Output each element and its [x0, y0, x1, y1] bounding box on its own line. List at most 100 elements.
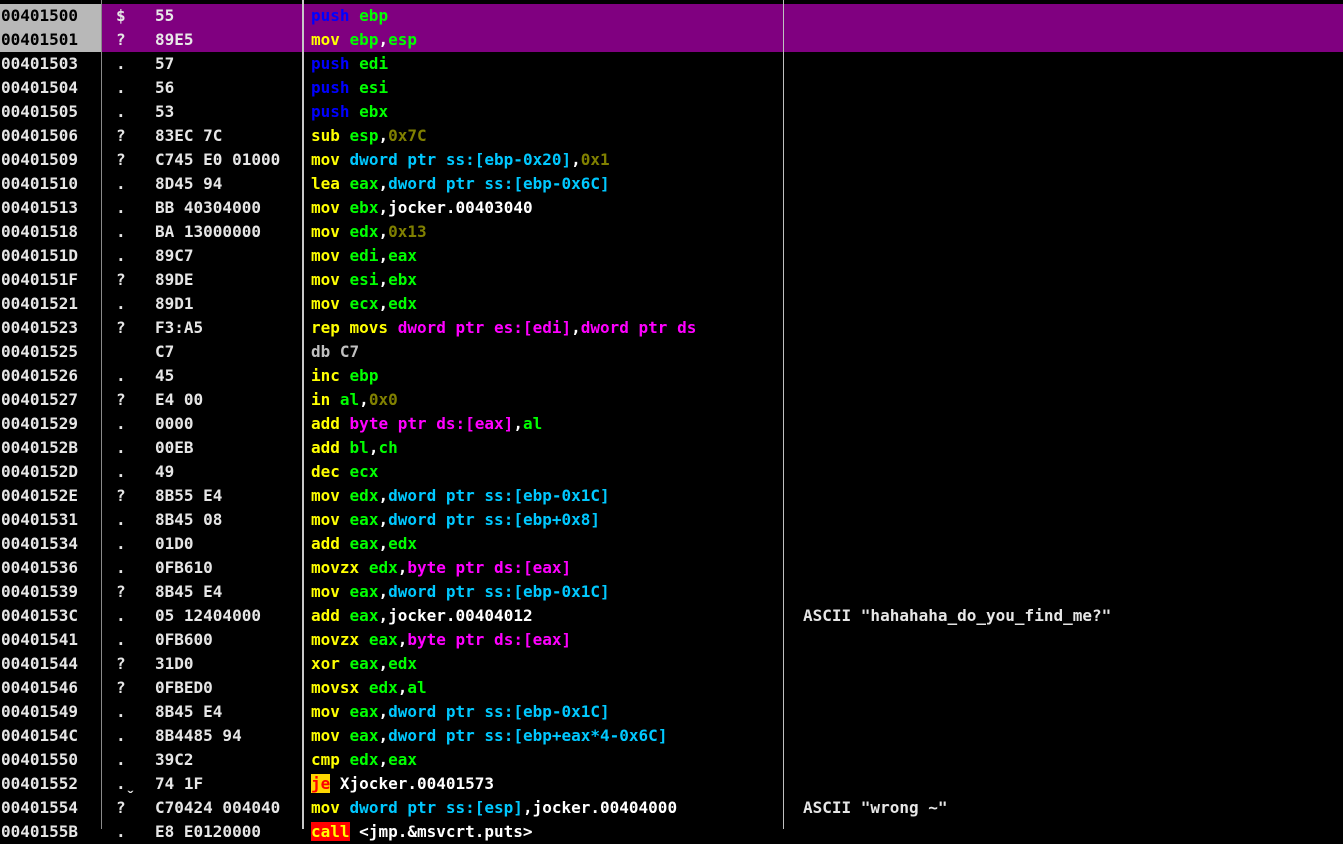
hex-bytes-cell: 05 12404000: [155, 606, 261, 625]
asm-token-mn: in: [311, 390, 331, 409]
asm-token-pn: ,: [378, 198, 389, 217]
hex-bytes-cell: 0FBED0: [155, 678, 213, 697]
asm-token-imm: 0x1: [580, 150, 610, 169]
asm-token-seg: dword ptr ss:[ebp+eax*4-0x6C]: [388, 726, 668, 745]
disasm-row[interactable]: 00401546? 0FBED0 movsx edx,al: [0, 676, 1343, 700]
hex-bytes-cell: 89D1: [155, 294, 194, 313]
asm-token-sp: [340, 294, 350, 313]
comment-cell: [803, 52, 1333, 76]
disasm-row[interactable]: 0040155B. E8 E0120000 call <jmp.&msvcrt.pu…: [0, 820, 1343, 844]
disasm-row[interactable]: 00401521. 89D1 mov ecx,edx: [0, 292, 1343, 316]
asm-token-pn: ,: [571, 318, 581, 337]
instruction-cell: movzx edx,byte ptr ds:[eax]: [311, 556, 783, 580]
asm-token-reg: edx: [388, 654, 417, 673]
instruction-cell: mov edx,0x13: [311, 220, 783, 244]
comment-cell: [803, 340, 1333, 364]
disasm-row[interactable]: 00401552 .ˬ 74 1F je Xjocker.00401573: [0, 772, 1343, 796]
disasm-row[interactable]: 00401504. 56 push esi: [0, 76, 1343, 100]
address-cell: 0040152E: [1, 486, 79, 505]
disasm-row[interactable]: 00401527? E4 00 in al,0x0: [0, 388, 1343, 412]
asm-token-seg: dword ptr ss:[ebp-0x6C]: [388, 174, 610, 193]
asm-token-pn: ,: [378, 222, 389, 241]
hex-bytes-cell: BA 13000000: [155, 222, 261, 241]
disasm-row[interactable]: 00401503. 57 push edi: [0, 52, 1343, 76]
asm-token-reg: ebp: [349, 366, 379, 385]
disasm-row[interactable]: 00401539? 8B45 E4 mov eax,dword ptr ss:[eb…: [0, 580, 1343, 604]
disasm-row[interactable]: 00401518. BA 13000000 mov edx,0x13: [0, 220, 1343, 244]
comment-cell: ASCII "wrong ~": [803, 798, 948, 817]
flow-marker: ?: [116, 486, 126, 505]
asm-token-sym: jocker.00404012: [388, 606, 533, 625]
asm-token-reg: edx: [349, 750, 379, 769]
instruction-cell: mov esi,ebx: [311, 268, 783, 292]
comment-cell: [803, 508, 1333, 532]
column-separator-hex[interactable]: [302, 0, 304, 829]
disasm-row[interactable]: 0040153C. 05 12404000 add eax,jocker.00404…: [0, 604, 1343, 628]
comment-cell: [803, 316, 1333, 340]
disasm-row[interactable]: 00401554? C70424 004040 mov dword ptr ss:[…: [0, 796, 1343, 820]
disasm-row[interactable]: 0040151F? 89DE mov esi,ebx: [0, 268, 1343, 292]
address-cell: 00401513: [1, 198, 79, 217]
disasm-row[interactable]: 0040154C. 8B4485 94 mov eax,dword ptr ss:[…: [0, 724, 1343, 748]
disasm-row[interactable]: 00401549. 8B45 E4 mov eax,dword ptr ss:[eb…: [0, 700, 1343, 724]
flow-marker: ?: [116, 270, 126, 289]
flow-marker: .: [116, 366, 126, 385]
disasm-row[interactable]: 00401541. 0FB600 movzx eax,byte ptr ds:[ea…: [0, 628, 1343, 652]
disasm-row[interactable]: 00401525 C7 db C7: [0, 340, 1343, 364]
disasm-row[interactable]: 00401544? 31D0 xor eax,edx: [0, 652, 1343, 676]
disasm-row[interactable]: 0040152B. 00EB add bl,ch: [0, 436, 1343, 460]
asm-token-pn: ,: [571, 150, 581, 169]
disasm-row[interactable]: 00401531. 8B45 08 mov eax,dword ptr ss:[eb…: [0, 508, 1343, 532]
flow-marker: .: [116, 102, 126, 121]
asm-token-pn: ,: [378, 486, 389, 505]
disasm-row[interactable]: 00401529. 0000 add byte ptr ds:[eax],al: [0, 412, 1343, 436]
asm-token-push: push: [311, 6, 350, 25]
disasm-row[interactable]: 00401526. 45 inc ebp: [0, 364, 1343, 388]
asm-token-sp: [340, 582, 350, 601]
asm-token-mn: mov: [311, 150, 340, 169]
hex-bytes-cell: 49: [155, 462, 175, 481]
asm-token-mem: byte ptr ds:[eax]: [349, 414, 514, 433]
disassembly-pane[interactable]: 00401500 $55 push ebp 00401501? 89E5 mov ebp,…: [0, 4, 1343, 844]
asm-token-sp: [330, 774, 340, 793]
disasm-row[interactable]: 0040152D. 49 dec ecx: [0, 460, 1343, 484]
flow-marker: ?: [116, 798, 126, 817]
comment-cell: [803, 772, 1333, 796]
asm-token-reg: eax: [349, 606, 379, 625]
address-cell: 00401521: [1, 294, 79, 313]
disasm-row[interactable]: 00401536. 0FB610 movzx edx,byte ptr ds:[ea…: [0, 556, 1343, 580]
column-separator-address[interactable]: [101, 0, 102, 829]
flow-marker: ?: [116, 318, 126, 337]
disasm-row[interactable]: 00401509? C745 E0 01000 mov dword ptr ss:[…: [0, 148, 1343, 172]
disasm-row[interactable]: 00401510. 8D45 94 lea eax,dword ptr ss:[eb…: [0, 172, 1343, 196]
asm-token-sp: [340, 726, 350, 745]
disasm-row[interactable]: 00401501? 89E5 mov ebp,esp: [0, 28, 1343, 52]
disasm-row[interactable]: 00401513. BB 40304000 mov ebx,jocker.00403…: [0, 196, 1343, 220]
disasm-row[interactable]: 00401534. 01D0 add eax,edx: [0, 532, 1343, 556]
asm-token-mn: mov: [311, 798, 340, 817]
address-cell: 00401518: [1, 222, 79, 241]
disasm-row[interactable]: 00401500 $55 push ebp: [0, 4, 1343, 28]
column-separator-disassembly[interactable]: [783, 0, 784, 829]
hex-bytes-cell: 0FB610: [155, 558, 213, 577]
asm-token-seg: dword ptr ss:[ebp-0x1C]: [388, 582, 610, 601]
address-cell: 00401552: [1, 774, 79, 793]
disasm-row[interactable]: 0040152E? 8B55 E4 mov edx,dword ptr ss:[eb…: [0, 484, 1343, 508]
disasm-row[interactable]: 00401506? 83EC 7C sub esp,0x7C: [0, 124, 1343, 148]
disasm-row[interactable]: 00401523? F3:A5 rep movs dword ptr es:[edi…: [0, 316, 1343, 340]
asm-token-mn: mov: [311, 702, 340, 721]
comment-cell: ASCII "hahahaha_do_you_find_me?": [803, 606, 1112, 625]
asm-token-push: push: [311, 54, 350, 73]
asm-token-reg: edi: [349, 246, 379, 265]
comment-cell: [803, 436, 1333, 460]
asm-token-reg: edx: [349, 486, 379, 505]
asm-token-sp: [340, 798, 350, 817]
asm-token-sp: [340, 654, 350, 673]
disasm-row[interactable]: 00401550. 39C2 cmp edx,eax: [0, 748, 1343, 772]
flow-marker: .: [116, 750, 126, 769]
comment-cell: [803, 628, 1333, 652]
disasm-row[interactable]: 0040151D. 89C7 mov edi,eax: [0, 244, 1343, 268]
disasm-row[interactable]: 00401505. 53 push ebx: [0, 100, 1343, 124]
address-cell: 00401541: [1, 630, 79, 649]
asm-token-pn: ,: [368, 438, 379, 457]
